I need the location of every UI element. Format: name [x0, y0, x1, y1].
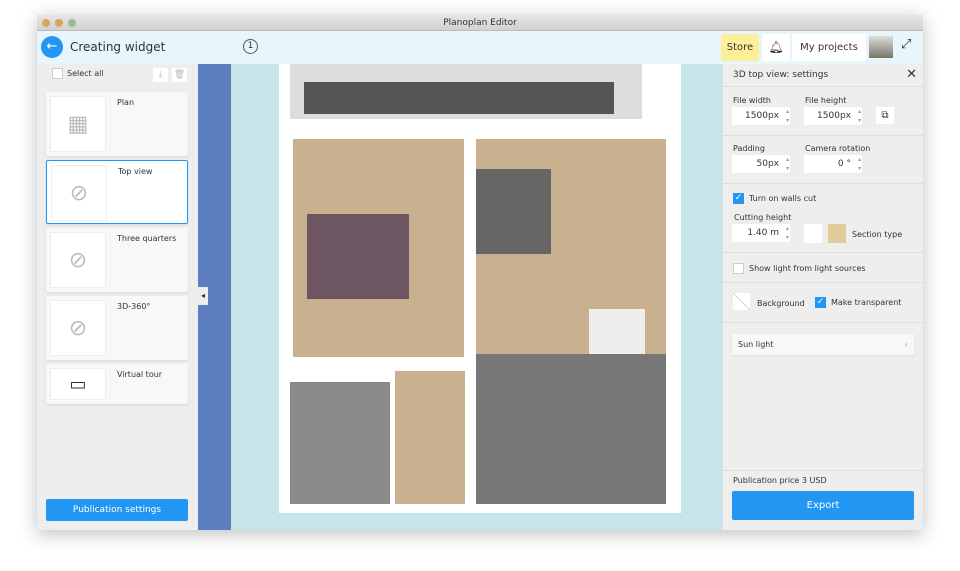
show-light-toggle[interactable]: Show light from light sources	[733, 263, 866, 274]
floor-plan-render	[279, 64, 681, 513]
file-height-input[interactable]: 1500px	[804, 107, 862, 125]
card-plan[interactable]: ▦ Plan	[46, 92, 188, 156]
swap-dimensions-icon[interactable]: ⧉	[876, 107, 894, 124]
walls-cut-checkbox[interactable]: ✓	[733, 193, 744, 204]
card-3d-360[interactable]: ⊘ 3D-360°	[46, 296, 188, 360]
section-type-label: Section type	[852, 230, 903, 239]
sun-light-label: Sun light	[738, 340, 774, 349]
bell-icon[interactable]: 🔔︎	[762, 34, 790, 61]
step-selector[interactable]: 1	[243, 39, 258, 54]
select-all-label: Select all	[67, 69, 104, 78]
show-light-checkbox[interactable]	[733, 263, 744, 274]
make-transparent-label: Make transparent	[831, 298, 902, 307]
select-all-checkbox[interactable]	[52, 68, 63, 79]
sun-light-section[interactable]: Sun light ‹	[732, 334, 914, 355]
export-button[interactable]: Export	[732, 491, 914, 520]
settings-panel: 3D top view: settings ✕ File width 1500p…	[722, 64, 923, 530]
show-light-label: Show light from light sources	[749, 264, 866, 273]
make-transparent-toggle[interactable]: ✓ Make transparent	[815, 297, 901, 308]
camera-off-icon: ⊘	[50, 232, 106, 288]
card-virtual-tour[interactable]: ▭ Virtual tour	[46, 364, 188, 404]
download-icon[interactable]: ⤓	[153, 68, 168, 82]
store-button[interactable]: Store	[721, 34, 759, 61]
page-title: Creating widget	[70, 40, 166, 54]
camera-off-icon: ⊘	[50, 300, 106, 356]
publication-price: Publication price 3 USD	[733, 476, 827, 485]
padding-label: Padding	[733, 144, 765, 153]
close-icon[interactable]: ✕	[906, 67, 917, 82]
card-label: Virtual tour	[117, 370, 163, 379]
cutting-height-input[interactable]: 1.40 m	[732, 224, 790, 242]
title-bar: Planoplan Editor	[37, 15, 923, 31]
walls-cut-toggle[interactable]: ✓ Turn on walls cut	[733, 193, 816, 204]
make-transparent-checkbox[interactable]: ✓	[815, 297, 826, 308]
window-controls[interactable]	[42, 19, 76, 27]
expand-icon[interactable]: ⤢	[901, 37, 911, 52]
section-texture-swatch[interactable]	[828, 224, 846, 243]
camera-off-icon: ⊘	[51, 165, 107, 221]
trash-icon[interactable]: 🗑︎	[172, 68, 187, 82]
chevron-left-icon: ‹	[904, 340, 908, 349]
card-label: Three quarters	[117, 234, 177, 243]
preview-canvas	[231, 64, 722, 530]
camera-rotation-label: Camera rotation	[805, 144, 871, 153]
select-all[interactable]: Select all	[52, 68, 104, 79]
card-three-quarters[interactable]: ⊘ Three quarters	[46, 228, 188, 292]
card-label: Plan	[117, 98, 135, 107]
walls-cut-label: Turn on walls cut	[749, 194, 817, 203]
collapse-panel-button[interactable]: ◂	[198, 287, 208, 305]
plan-thumbnail: ▦	[50, 96, 106, 152]
cutting-height-label: Cutting height	[734, 213, 792, 222]
avatar[interactable]	[869, 36, 893, 58]
background-color-swatch[interactable]	[733, 293, 750, 310]
window-title: Planoplan Editor	[443, 18, 517, 28]
card-label: 3D-360°	[117, 302, 151, 311]
back-button[interactable]: ←	[41, 36, 63, 58]
my-projects-button[interactable]: My projects	[792, 34, 866, 61]
padding-input[interactable]: 50px	[732, 155, 790, 173]
settings-title: 3D top view: settings	[733, 70, 829, 80]
file-height-label: File height	[805, 96, 847, 105]
section-color-swatch[interactable]	[804, 224, 822, 243]
publication-settings-button[interactable]: Publication settings	[46, 499, 188, 521]
panorama-icon: ▭	[50, 368, 106, 400]
card-top-view[interactable]: ⊘ Top view	[46, 160, 188, 224]
camera-rotation-input[interactable]: 0 °	[804, 155, 862, 173]
background-label: Background	[757, 299, 805, 308]
header: ← Creating widget 1 Store 🔔︎ My projects…	[37, 31, 923, 64]
file-width-label: File width	[733, 96, 771, 105]
left-panel: Select all ⤓ 🗑︎ ▦ Plan ⊘ Top view ⊘ Three q…	[37, 64, 198, 530]
file-width-input[interactable]: 1500px	[732, 107, 790, 125]
app-window: Planoplan Editor ← Creating widget 1 Sto…	[37, 15, 923, 530]
card-label: Top view	[118, 167, 153, 176]
